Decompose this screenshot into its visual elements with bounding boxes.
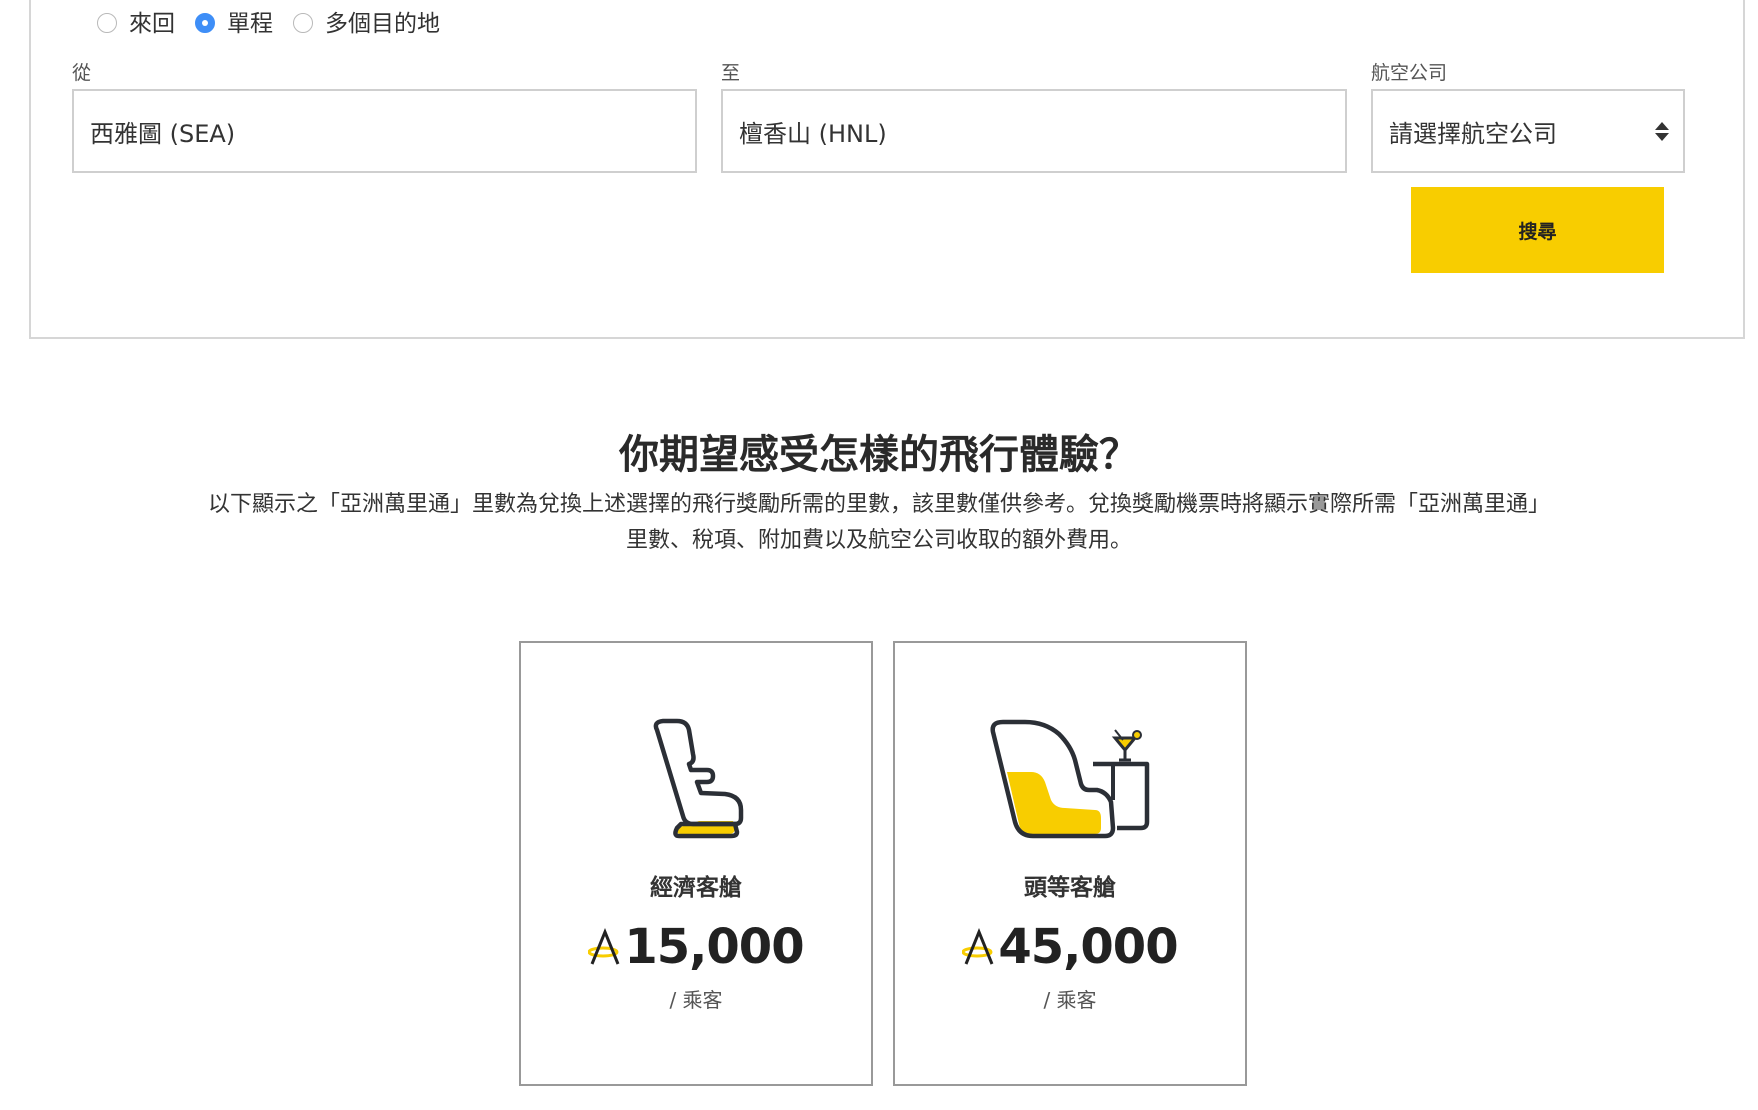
airline-label: 航空公司 (1371, 62, 1448, 84)
trip-type-selector: 來回 單程 多個目的地 (97, 2, 460, 40)
miles-price: 15,000 (521, 919, 871, 975)
trip-type-label: 單程 (227, 11, 273, 37)
section-description: 以下顯示之「亞洲萬里通」里數為兌換上述選擇的飛行獎勵所需的里數，該里數僅供參考。… (207, 492, 1550, 553)
from-label: 從 (72, 62, 92, 84)
cabin-name: 經濟客艙 (650, 875, 742, 901)
radio-roundtrip[interactable] (97, 13, 117, 33)
to-label: 至 (721, 62, 741, 84)
miles-value: 15,000 (624, 919, 804, 975)
trip-type-oneway[interactable]: 單程 (195, 4, 273, 38)
select-arrows-icon (1655, 121, 1669, 141)
per-passenger: / 乘客 (669, 988, 723, 1012)
airline-select[interactable]: 請選擇航空公司 (1371, 89, 1685, 173)
from-input[interactable]: 西雅圖 (SEA) (72, 89, 697, 173)
radio-oneway[interactable] (195, 13, 215, 33)
from-value: 西雅圖 (SEA) (90, 119, 236, 148)
cabin-name: 頭等客艙 (1024, 875, 1116, 901)
trip-type-label: 來回 (129, 11, 175, 37)
miles-price: 45,000 (895, 919, 1245, 975)
section-title: 你期望感受怎樣的飛行體驗？ (619, 432, 1139, 478)
to-value: 檀香山 (HNL) (739, 119, 887, 148)
trip-type-multicity[interactable]: 多個目的地 (293, 4, 440, 38)
search-button[interactable]: 搜尋 (1411, 187, 1664, 273)
radio-multicity[interactable] (293, 13, 313, 33)
flight-search-panel: 來回 單程 多個目的地 從 西雅圖 (SEA) 至 檀香山 (HNL) 航空公司… (29, 0, 1745, 339)
asia-miles-icon (962, 928, 994, 965)
trip-type-label: 多個目的地 (325, 11, 440, 37)
miles-value: 45,000 (998, 919, 1178, 975)
asia-miles-icon (588, 928, 620, 965)
trip-type-roundtrip[interactable]: 來回 (97, 4, 175, 38)
per-passenger: / 乘客 (1043, 988, 1097, 1012)
airline-placeholder: 請選擇航空公司 (1389, 119, 1557, 148)
cabin-card-first[interactable]: 頭等客艙 45,000 / 乘客 (893, 641, 1247, 1086)
economy-seat-icon (521, 718, 871, 843)
first-class-seat-icon (895, 718, 1245, 843)
to-input[interactable]: 檀香山 (HNL) (721, 89, 1347, 173)
cabin-card-economy[interactable]: 經濟客艙 15,000 / 乘客 (519, 641, 873, 1086)
